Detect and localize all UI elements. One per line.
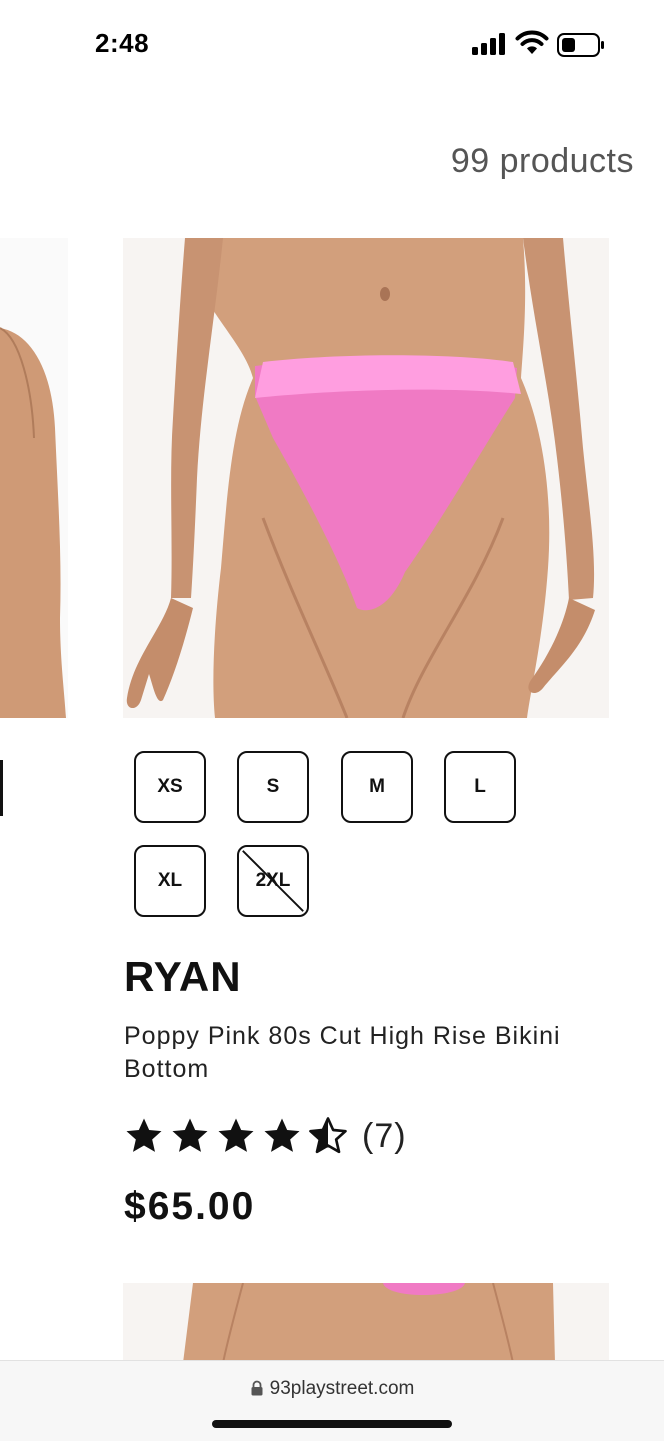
size-option-m[interactable]: M [341,751,413,823]
product-brand: RYAN [124,953,242,1000]
status-time: 2:48 [95,28,150,58]
product-image[interactable] [123,238,609,718]
star-full-icon [172,1118,208,1152]
size-option-xs[interactable]: XS [134,751,206,823]
browser-address-bar[interactable]: 93playstreet.com [0,1360,664,1441]
carousel-edge-marker [0,760,3,816]
sold-out-strike-icon [242,850,304,912]
cellular-signal-icon [472,33,505,55]
size-option-2xl-unavailable[interactable]: 2XL [237,845,309,917]
size-option-l[interactable]: L [444,751,516,823]
adjacent-product-image[interactable] [0,238,68,718]
size-label: XS [157,776,183,797]
review-count: (7) [362,1116,407,1155]
size-option-xl[interactable]: XL [134,845,206,917]
status-bar: 2:48 [0,0,664,90]
product-price: $65.00 [124,1185,256,1228]
size-label: XL [157,870,183,891]
battery-icon [557,33,604,57]
next-product-image[interactable] [123,1283,609,1363]
lock-icon [251,1380,263,1396]
url-text: 93playstreet.com [269,1378,415,1399]
wifi-icon [515,30,549,54]
product-rating[interactable]: (7) [124,1115,407,1157]
url-display[interactable]: 93playstreet.com [0,1378,664,1400]
size-label: L [474,776,486,797]
star-full-icon [126,1118,162,1152]
star-full-icon [264,1118,300,1152]
star-full-icon [218,1118,254,1152]
home-indicator[interactable] [212,1420,452,1428]
size-option-s[interactable]: S [237,751,309,823]
star-half-icon [309,1117,347,1154]
size-label: S [266,776,280,797]
product-count: 99 products [450,142,634,180]
size-label: M [369,776,385,797]
product-title[interactable]: Poppy Pink 80s Cut High Rise Bikini Bott… [124,1020,624,1086]
